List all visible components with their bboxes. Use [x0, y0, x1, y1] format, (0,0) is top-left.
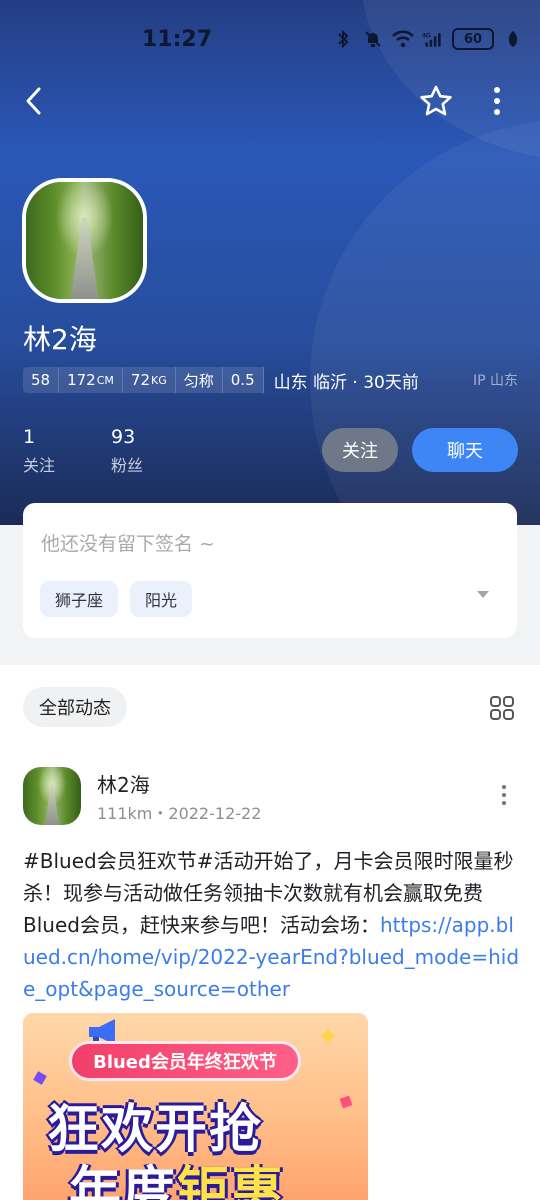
- bluetooth-icon: [332, 28, 354, 50]
- favorite-button[interactable]: [413, 78, 459, 124]
- vertical-dots-icon: [494, 87, 500, 115]
- expand-arrow-icon[interactable]: [477, 591, 489, 598]
- status-bar: 11:27 4G 60: [0, 0, 540, 80]
- signal-4g-icon: 4G: [422, 28, 444, 50]
- profile-avatar[interactable]: [22, 178, 147, 303]
- tag-item[interactable]: 狮子座: [40, 581, 119, 617]
- profile-name: 林2海: [23, 323, 97, 356]
- profile-location: 山东 临沂 · 30天前: [273, 372, 419, 393]
- avatar-photo: [26, 182, 143, 299]
- stat-weight: 72 KG: [122, 367, 176, 393]
- chat-button[interactable]: 聊天: [412, 428, 518, 472]
- post-text: #Blued会员狂欢节#活动开始了，月卡会员限时限量秒杀！现参与活动做任务领抽卡…: [23, 849, 520, 1001]
- confetti-decoration: [339, 1095, 353, 1109]
- following-count[interactable]: 1 关注: [23, 426, 55, 476]
- confetti-decoration: [320, 1028, 336, 1044]
- status-icons: 4G 60: [332, 28, 524, 50]
- more-options-button[interactable]: [474, 78, 520, 124]
- ip-location: IP 山东: [472, 373, 518, 389]
- leaf-icon: [502, 28, 524, 50]
- profile-stats: 58 172 CM 72 KG 匀称 0.5 山东 临沂 · 30天前: [23, 367, 419, 393]
- avatar-photo: [23, 767, 81, 825]
- top-nav: [0, 78, 540, 124]
- back-button[interactable]: [10, 78, 56, 124]
- battery-indicator: 60: [452, 28, 494, 50]
- dot-icon: [502, 793, 506, 797]
- followers-count[interactable]: 93 粉丝: [111, 426, 143, 476]
- promo-subline: 年度钜惠: [69, 1162, 286, 1200]
- status-time: 11:27: [142, 27, 213, 52]
- stat-body-type: 匀称: [175, 367, 223, 393]
- confetti-decoration: [33, 1071, 47, 1085]
- dot-icon: [502, 801, 506, 805]
- post-more-button[interactable]: [492, 783, 516, 807]
- stat-height: 172 CM: [59, 367, 123, 393]
- follow-counts: 1 关注 93 粉丝: [23, 426, 143, 476]
- post-image[interactable]: Blued会员年终狂欢节 狂欢开抢 年度钜惠: [23, 1013, 368, 1200]
- dot-icon: [502, 785, 506, 789]
- bell-muted-icon: [362, 28, 384, 50]
- all-posts-filter[interactable]: 全部动态: [23, 687, 127, 727]
- post-meta: 111km・2022-12-22: [97, 804, 262, 823]
- post-author-name[interactable]: 林2海: [97, 769, 150, 798]
- signature-text: 他还没有留下签名 ~: [41, 533, 215, 555]
- tag-item[interactable]: 阳光: [130, 581, 193, 617]
- star-outline-icon: [420, 85, 452, 116]
- stat-role: 0.5: [222, 367, 264, 393]
- tag-list: 狮子座 阳光: [40, 581, 193, 617]
- follow-button[interactable]: 关注: [322, 428, 398, 472]
- chevron-left-icon: [26, 87, 41, 115]
- grid-view-icon[interactable]: [489, 695, 515, 721]
- wifi-icon: [392, 28, 414, 50]
- svg-text:4G: 4G: [422, 32, 431, 39]
- signature-card: 他还没有留下签名 ~ 狮子座 阳光: [23, 503, 517, 638]
- stat-age: 58: [23, 367, 60, 393]
- feed-section: 全部动态 林2海 111km・2022-12-22 #Blued会员狂欢节#活动…: [0, 665, 540, 1200]
- promo-banner: Blued会员年终狂欢节: [69, 1041, 301, 1081]
- post-author-avatar[interactable]: [23, 767, 81, 825]
